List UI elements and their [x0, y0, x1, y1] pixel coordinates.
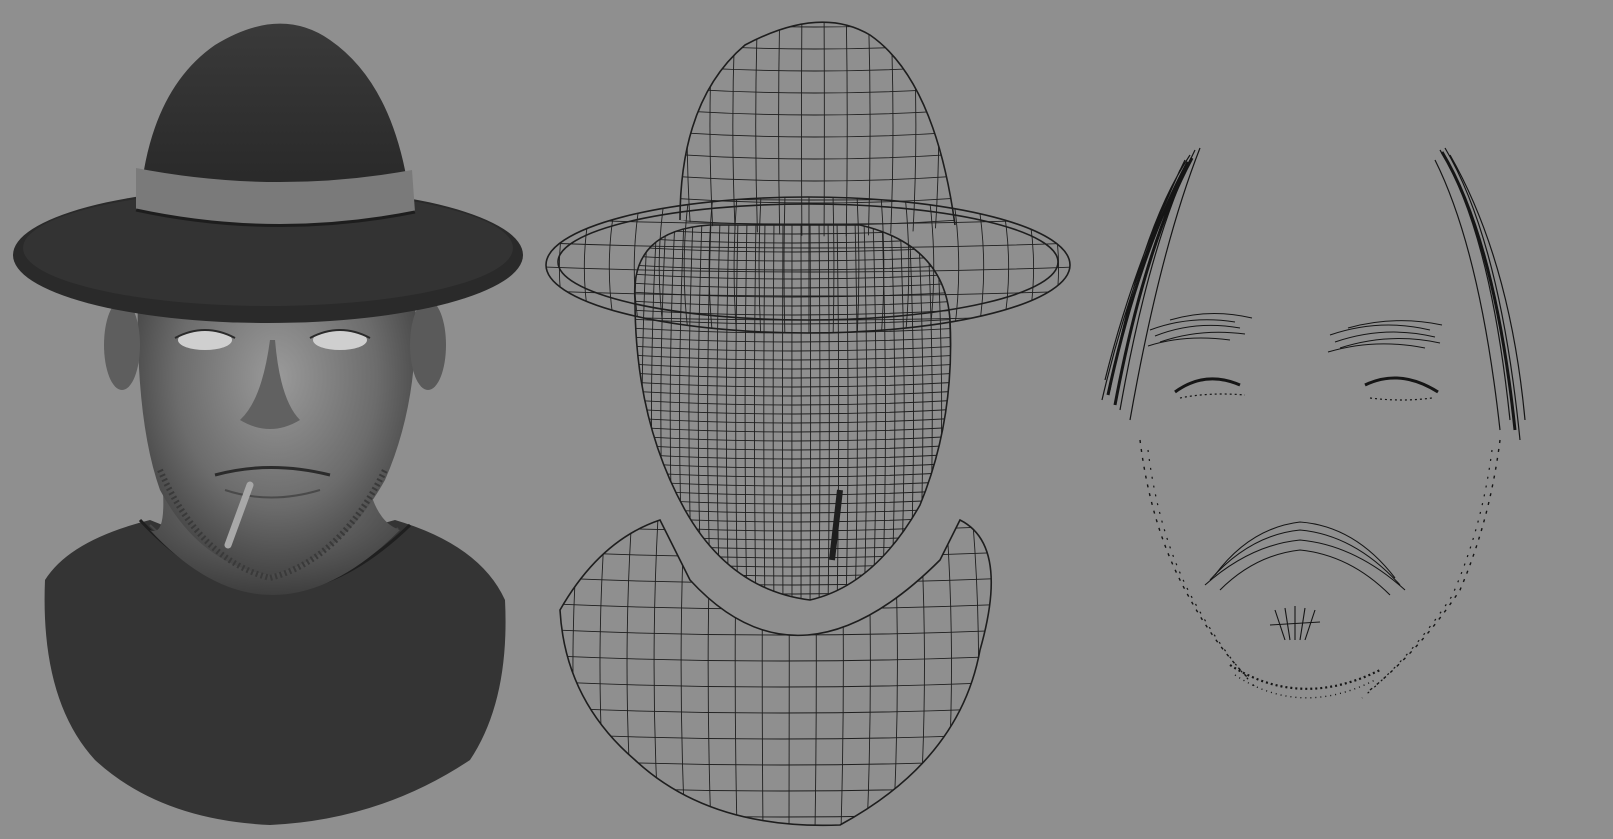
cigarette-mesh	[829, 489, 843, 561]
right-eyelashes	[1364, 376, 1439, 394]
face-mesh	[634, 225, 951, 600]
shaded-render-view	[0, 0, 560, 839]
left-eyelashes	[1174, 377, 1241, 394]
left-eyebrow	[1147, 313, 1253, 347]
shaded-head-icon	[13, 23, 523, 825]
jaw-stubble-left	[1139, 439, 1251, 681]
left-sideburn	[1101, 147, 1201, 421]
chin-tuft	[1269, 606, 1321, 641]
neck-mesh	[560, 520, 992, 826]
hair-curves-icon	[1101, 147, 1526, 699]
wireframe-mesh-icon	[545, 21, 1071, 827]
moustache	[1204, 521, 1406, 596]
hat-crown-mesh	[680, 22, 955, 237]
right-eyebrow	[1327, 320, 1443, 353]
viewport	[0, 0, 1613, 839]
hair-curves-view	[1080, 0, 1613, 839]
jaw-stubble-right	[1369, 439, 1501, 691]
wireframe-view	[540, 0, 1100, 839]
